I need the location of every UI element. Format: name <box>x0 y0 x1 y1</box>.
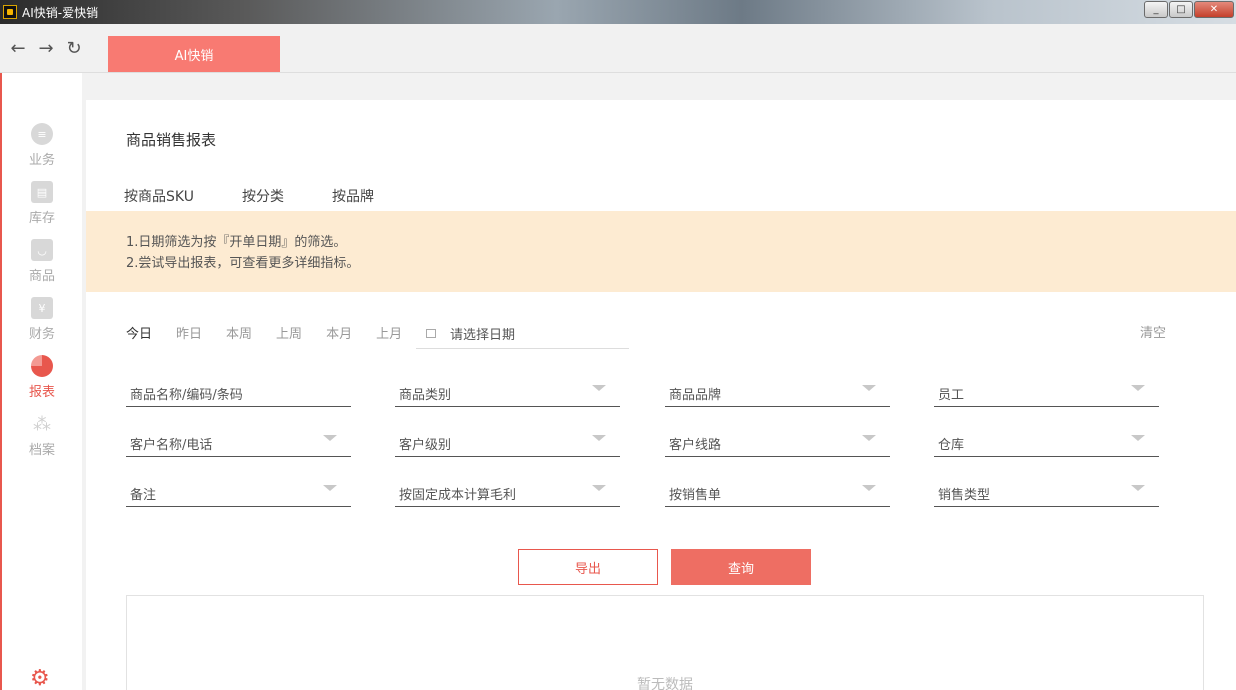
close-icon[interactable]: ✕ <box>1194 1 1234 18</box>
refresh-icon[interactable]: ↻ <box>64 39 84 59</box>
notice-banner: 1.日期筛选为按『开单日期』的筛选。 2.尝试导出报表，可查看更多详细指标。 <box>86 211 1236 292</box>
list-icon: ≡ <box>31 123 53 145</box>
chevron-down-icon <box>1131 435 1145 441</box>
gross-profit-select[interactable]: 按固定成本计算毛利 <box>395 479 620 507</box>
box-icon: ▤ <box>31 181 53 203</box>
field-label: 备注 <box>130 488 157 503</box>
sidebar-item-reports[interactable]: 报表 <box>2 355 82 400</box>
chevron-down-icon <box>592 385 606 391</box>
gear-icon[interactable]: ⚙ <box>30 668 54 690</box>
sidebar-item-archive[interactable]: ⁂ 档案 <box>2 413 82 459</box>
field-label: 按固定成本计算毛利 <box>399 488 517 503</box>
chevron-down-icon <box>323 485 337 491</box>
date-last-month[interactable]: 上月 <box>376 323 402 342</box>
field-label: 仓库 <box>938 438 965 453</box>
date-picker-input[interactable]: 请选择日期 <box>416 319 629 349</box>
remark-select[interactable]: 备注 <box>126 479 351 507</box>
window-title: AI快销-爱快销 <box>22 5 99 20</box>
notice-line: 2.尝试导出报表，可查看更多详细指标。 <box>126 256 360 271</box>
chevron-down-icon <box>862 435 876 441</box>
sidebar-item-label: 商品 <box>28 269 55 284</box>
field-label: 客户线路 <box>669 438 722 453</box>
browser-tab[interactable]: AI快销 <box>108 36 280 72</box>
calendar-icon <box>426 329 436 338</box>
sidebar: ≡ 业务 ▤ 库存 ◡ 商品 ¥ 财务 报表 ⁂ 档案 ⚙ <box>0 73 82 690</box>
yen-icon: ¥ <box>31 297 53 319</box>
chevron-down-icon <box>1131 485 1145 491</box>
chevron-down-icon <box>1131 385 1145 391</box>
main-panel: 商品销售报表 按商品SKU 按分类 按品牌 1.日期筛选为按『开单日期』的筛选。… <box>86 100 1236 690</box>
bag-icon: ◡ <box>31 239 53 261</box>
customer-route-select[interactable]: 客户线路 <box>665 429 890 457</box>
query-button[interactable]: 查询 <box>671 549 811 585</box>
sidebar-item-label: 业务 <box>28 153 55 168</box>
date-this-month[interactable]: 本月 <box>326 323 352 342</box>
arrow-left-icon[interactable]: ← <box>8 39 28 59</box>
sales-order-select[interactable]: 按销售单 <box>665 479 890 507</box>
date-shortcuts: 今日 昨日 本周 上周 本月 上月 <box>126 323 426 342</box>
sidebar-item-label: 库存 <box>28 211 55 226</box>
field-label: 客户名称/电话 <box>130 438 213 453</box>
chevron-down-icon <box>862 485 876 491</box>
sidebar-item-finance[interactable]: ¥ 财务 <box>2 297 82 342</box>
sidebar-item-inventory[interactable]: ▤ 库存 <box>2 181 82 226</box>
window-titlebar: AI快销-爱快销 _ □ ✕ <box>0 0 1236 24</box>
maximize-icon[interactable]: □ <box>1169 1 1193 18</box>
export-button[interactable]: 导出 <box>518 549 658 585</box>
chevron-down-icon <box>862 385 876 391</box>
field-label: 商品品牌 <box>669 388 722 403</box>
employee-select[interactable]: 员工 <box>934 379 1159 407</box>
date-yesterday[interactable]: 昨日 <box>176 323 202 342</box>
field-label: 商品类别 <box>399 388 452 403</box>
sidebar-item-label: 报表 <box>28 385 55 400</box>
product-search-input[interactable]: 商品名称/编码/条码 <box>126 379 351 407</box>
product-category-select[interactable]: 商品类别 <box>395 379 620 407</box>
chevron-down-icon <box>323 435 337 441</box>
sidebar-item-label: 财务 <box>28 327 55 342</box>
product-brand-select[interactable]: 商品品牌 <box>665 379 890 407</box>
field-label: 销售类型 <box>938 488 991 503</box>
sales-type-select[interactable]: 销售类型 <box>934 479 1159 507</box>
app-logo-icon <box>3 5 17 19</box>
sidebar-item-business[interactable]: ≡ 业务 <box>2 123 82 168</box>
chevron-down-icon <box>592 435 606 441</box>
field-label: 员工 <box>938 388 965 403</box>
field-label: 按销售单 <box>669 488 722 503</box>
customer-select[interactable]: 客户名称/电话 <box>126 429 351 457</box>
field-label: 商品名称/编码/条码 <box>130 388 243 403</box>
people-icon: ⁂ <box>33 413 51 435</box>
customer-level-select[interactable]: 客户级别 <box>395 429 620 457</box>
date-this-week[interactable]: 本周 <box>226 323 252 342</box>
empty-state-text: 暂无数据 <box>637 677 693 690</box>
date-today[interactable]: 今日 <box>126 323 152 342</box>
notice-line: 1.日期筛选为按『开单日期』的筛选。 <box>126 235 347 250</box>
field-label: 客户级别 <box>399 438 452 453</box>
page-title: 商品销售报表 <box>126 131 217 149</box>
date-last-week[interactable]: 上周 <box>276 323 302 342</box>
clear-button[interactable]: 清空 <box>1140 322 1166 341</box>
date-placeholder: 请选择日期 <box>450 328 516 343</box>
minimize-icon[interactable]: _ <box>1144 1 1168 18</box>
results-table: 暂无数据 <box>126 595 1204 690</box>
chevron-down-icon <box>592 485 606 491</box>
sidebar-item-products[interactable]: ◡ 商品 <box>2 239 82 284</box>
pie-chart-icon <box>31 355 53 377</box>
arrow-right-icon[interactable]: → <box>36 39 56 59</box>
warehouse-select[interactable]: 仓库 <box>934 429 1159 457</box>
browser-navbar: ← → ↻ AI快销 <box>0 24 1236 73</box>
sidebar-item-label: 档案 <box>28 443 55 458</box>
